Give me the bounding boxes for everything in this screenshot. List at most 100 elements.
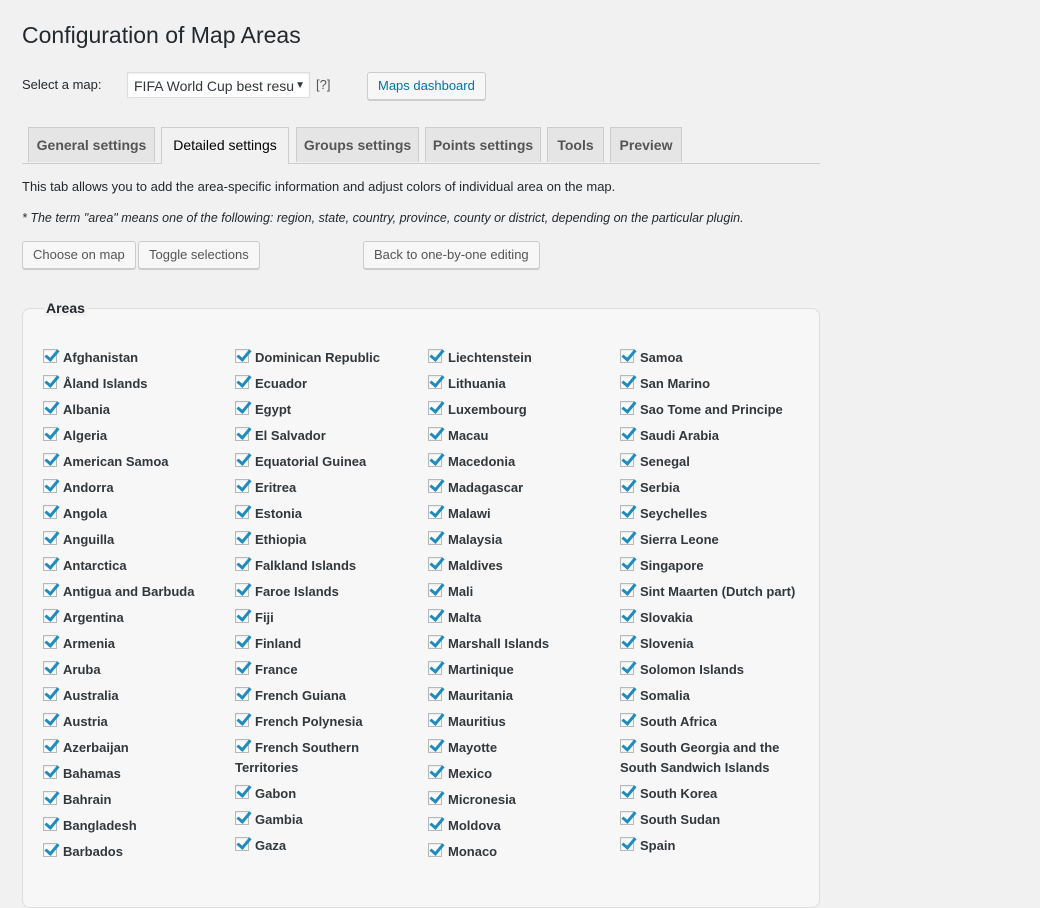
area-item[interactable]: Australia: [43, 686, 233, 706]
area-checkbox[interactable]: [235, 713, 249, 727]
area-item[interactable]: Slovakia: [620, 608, 810, 628]
area-item[interactable]: Mauritania: [428, 686, 618, 706]
area-checkbox[interactable]: [620, 837, 634, 851]
area-item[interactable]: Barbados: [43, 842, 233, 862]
area-checkbox[interactable]: [43, 817, 57, 831]
area-item[interactable]: Anguilla: [43, 530, 233, 550]
toggle-selections-button[interactable]: Toggle selections: [138, 241, 260, 269]
area-checkbox[interactable]: [235, 479, 249, 493]
area-checkbox[interactable]: [235, 739, 249, 753]
area-item[interactable]: Saudi Arabia: [620, 426, 810, 446]
area-checkbox[interactable]: [43, 453, 57, 467]
area-item[interactable]: Angola: [43, 504, 233, 524]
area-item[interactable]: Serbia: [620, 478, 810, 498]
area-checkbox[interactable]: [43, 765, 57, 779]
area-checkbox[interactable]: [235, 375, 249, 389]
area-item[interactable]: South Korea: [620, 784, 810, 804]
area-item[interactable]: Antarctica: [43, 556, 233, 576]
area-item[interactable]: Samoa: [620, 348, 810, 368]
area-checkbox[interactable]: [620, 453, 634, 467]
area-item[interactable]: Macau: [428, 426, 618, 446]
area-checkbox[interactable]: [428, 661, 442, 675]
area-item[interactable]: Mali: [428, 582, 618, 602]
area-checkbox[interactable]: [428, 427, 442, 441]
area-checkbox[interactable]: [428, 687, 442, 701]
area-checkbox[interactable]: [428, 739, 442, 753]
area-item[interactable]: San Marino: [620, 374, 810, 394]
area-checkbox[interactable]: [235, 687, 249, 701]
help-link[interactable]: [?]: [316, 77, 330, 92]
area-item[interactable]: El Salvador: [235, 426, 425, 446]
area-item[interactable]: Argentina: [43, 608, 233, 628]
area-checkbox[interactable]: [620, 713, 634, 727]
area-checkbox[interactable]: [43, 349, 57, 363]
area-item[interactable]: Liechtenstein: [428, 348, 618, 368]
area-checkbox[interactable]: [620, 349, 634, 363]
area-checkbox[interactable]: [620, 505, 634, 519]
area-checkbox[interactable]: [428, 531, 442, 545]
area-checkbox[interactable]: [43, 843, 57, 857]
area-item[interactable]: Micronesia: [428, 790, 618, 810]
area-checkbox[interactable]: [620, 557, 634, 571]
area-item[interactable]: Azerbaijan: [43, 738, 233, 758]
area-item[interactable]: Eritrea: [235, 478, 425, 498]
area-checkbox[interactable]: [235, 635, 249, 649]
area-item[interactable]: Moldova: [428, 816, 618, 836]
area-checkbox[interactable]: [43, 791, 57, 805]
area-checkbox[interactable]: [43, 505, 57, 519]
tab-tools[interactable]: Tools: [547, 127, 604, 162]
area-item[interactable]: Maldives: [428, 556, 618, 576]
area-checkbox[interactable]: [235, 583, 249, 597]
area-item[interactable]: Gambia: [235, 810, 425, 830]
area-checkbox[interactable]: [43, 687, 57, 701]
area-checkbox[interactable]: [620, 609, 634, 623]
area-checkbox[interactable]: [620, 531, 634, 545]
area-checkbox[interactable]: [235, 349, 249, 363]
area-checkbox[interactable]: [43, 635, 57, 649]
area-item[interactable]: Fiji: [235, 608, 425, 628]
area-checkbox[interactable]: [235, 661, 249, 675]
area-checkbox[interactable]: [428, 713, 442, 727]
area-checkbox[interactable]: [235, 785, 249, 799]
area-item[interactable]: American Samoa: [43, 452, 233, 472]
area-checkbox[interactable]: [428, 843, 442, 857]
area-checkbox[interactable]: [43, 427, 57, 441]
area-item[interactable]: Åland Islands: [43, 374, 233, 394]
area-checkbox[interactable]: [620, 427, 634, 441]
area-checkbox[interactable]: [43, 375, 57, 389]
area-item[interactable]: Gabon: [235, 784, 425, 804]
area-item[interactable]: French Polynesia: [235, 712, 425, 732]
area-checkbox[interactable]: [620, 375, 634, 389]
area-item[interactable]: Luxembourg: [428, 400, 618, 420]
area-item[interactable]: Gaza: [235, 836, 425, 856]
tab-preview[interactable]: Preview: [610, 127, 682, 162]
area-item[interactable]: Afghanistan: [43, 348, 233, 368]
area-item[interactable]: Malaysia: [428, 530, 618, 550]
area-item[interactable]: Marshall Islands: [428, 634, 618, 654]
area-item[interactable]: Algeria: [43, 426, 233, 446]
area-item[interactable]: Faroe Islands: [235, 582, 425, 602]
area-item[interactable]: Austria: [43, 712, 233, 732]
area-item[interactable]: Ethiopia: [235, 530, 425, 550]
area-checkbox[interactable]: [428, 349, 442, 363]
tab-general-settings[interactable]: General settings: [28, 127, 155, 162]
back-to-one-by-one-button[interactable]: Back to one-by-one editing: [363, 241, 540, 269]
choose-on-map-button[interactable]: Choose on map: [22, 241, 136, 269]
area-checkbox[interactable]: [235, 811, 249, 825]
area-checkbox[interactable]: [235, 531, 249, 545]
area-item[interactable]: Falkland Islands: [235, 556, 425, 576]
area-item[interactable]: Albania: [43, 400, 233, 420]
area-checkbox[interactable]: [620, 583, 634, 597]
map-select-dropdown[interactable]: FIFA World Cup best resu ▼: [127, 72, 310, 98]
area-checkbox[interactable]: [428, 401, 442, 415]
area-item[interactable]: Somalia: [620, 686, 810, 706]
area-item[interactable]: Mexico: [428, 764, 618, 784]
area-item[interactable]: Dominican Republic: [235, 348, 425, 368]
area-checkbox[interactable]: [43, 583, 57, 597]
area-item[interactable]: Sierra Leone: [620, 530, 810, 550]
area-item[interactable]: Andorra: [43, 478, 233, 498]
area-item[interactable]: Madagascar: [428, 478, 618, 498]
area-item[interactable]: Spain: [620, 836, 810, 856]
area-item[interactable]: Mauritius: [428, 712, 618, 732]
area-checkbox[interactable]: [620, 401, 634, 415]
